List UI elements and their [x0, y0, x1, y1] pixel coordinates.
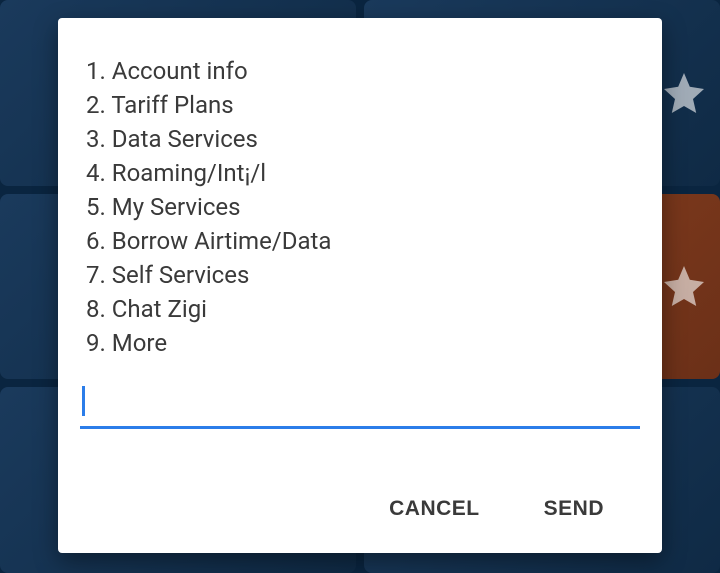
menu-item: 6. Borrow Airtime/Data	[86, 224, 640, 258]
ussd-dialog: 1. Account info 2. Tariff Plans 3. Data …	[58, 18, 662, 553]
menu-number: 9.	[86, 329, 106, 357]
menu-label: Roaming/Int¡/l	[112, 159, 266, 187]
menu-number: 4.	[86, 159, 106, 187]
menu-label: Account info	[112, 57, 248, 85]
menu-number: 1.	[86, 57, 106, 85]
star-icon	[660, 69, 708, 117]
send-button[interactable]: SEND	[540, 489, 608, 529]
menu-item: 9. More	[86, 326, 640, 360]
cancel-button[interactable]: CANCEL	[385, 489, 484, 529]
menu-item: 8. Chat Zigi	[86, 292, 640, 326]
dialog-button-row: CANCEL SEND	[80, 481, 640, 535]
menu-item: 2. Tariff Plans	[86, 88, 640, 122]
ussd-input[interactable]	[80, 384, 640, 429]
menu-label: Chat Zigi	[112, 295, 207, 323]
menu-item: 4. Roaming/Int¡/l	[86, 156, 640, 190]
menu-label: Self Services	[112, 261, 250, 289]
menu-item: 7. Self Services	[86, 258, 640, 292]
menu-number: 8.	[86, 295, 106, 323]
menu-number: 2.	[86, 91, 106, 119]
menu-number: 3.	[86, 125, 106, 153]
menu-label: Data Services	[112, 125, 258, 153]
text-cursor	[82, 386, 85, 416]
star-icon	[660, 262, 708, 310]
menu-label: Tariff Plans	[111, 91, 233, 119]
menu-label: Borrow Airtime/Data	[112, 227, 332, 255]
menu-number: 7.	[86, 261, 106, 289]
menu-number: 5.	[86, 193, 106, 221]
menu-label: More	[112, 329, 167, 357]
input-row	[80, 384, 640, 429]
menu-label: My Services	[112, 193, 241, 221]
ussd-menu-list: 1. Account info 2. Tariff Plans 3. Data …	[80, 54, 640, 360]
menu-item: 1. Account info	[86, 54, 640, 88]
menu-number: 6.	[86, 227, 106, 255]
menu-item: 5. My Services	[86, 190, 640, 224]
menu-item: 3. Data Services	[86, 122, 640, 156]
